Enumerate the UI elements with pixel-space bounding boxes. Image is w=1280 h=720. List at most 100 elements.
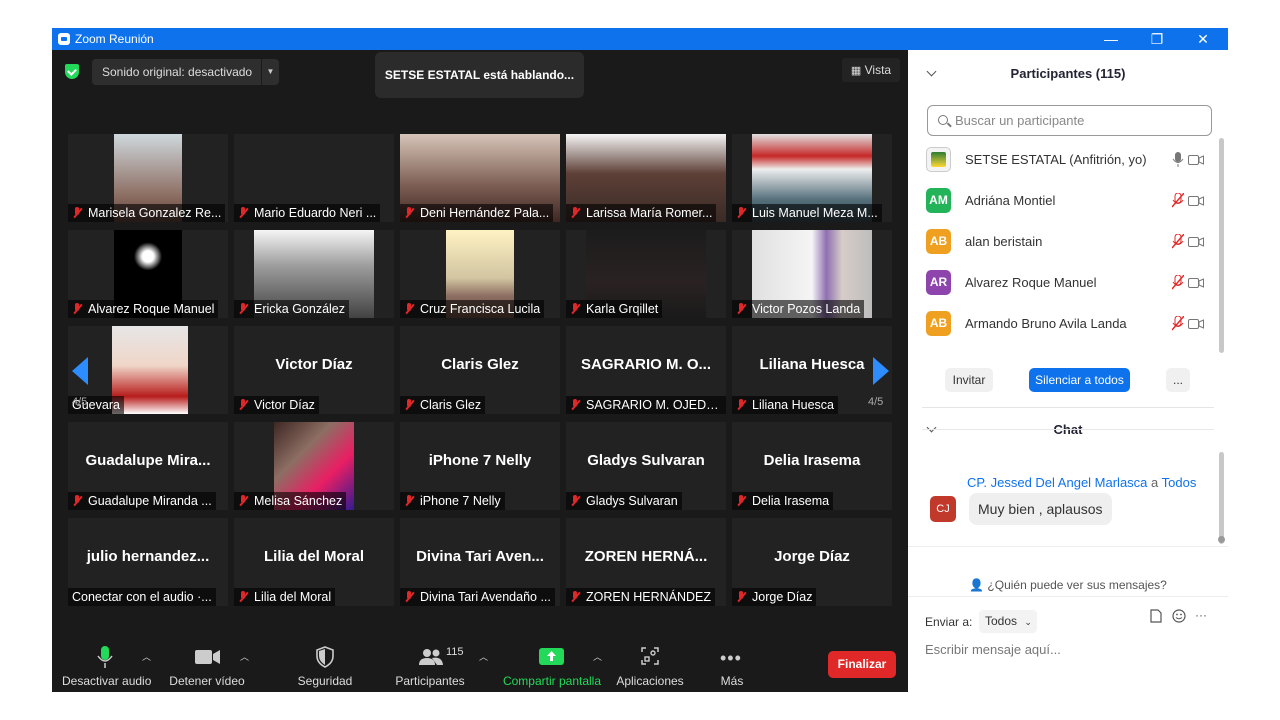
video-tile[interactable]: Victor Díaz Victor Díaz [234, 326, 394, 414]
encryption-shield-icon[interactable] [65, 64, 79, 79]
video-camera-icon [1188, 237, 1204, 247]
security-shield-icon[interactable] [316, 646, 334, 668]
video-tile[interactable]: Cruz Francisca Lucila [400, 230, 560, 318]
view-label: Vista [864, 63, 892, 77]
mute-button-label[interactable]: Desactivar audio [62, 674, 151, 688]
video-tile[interactable]: julio hernandez... Conectar con el audio … [68, 518, 228, 606]
video-camera-icon [1188, 196, 1204, 206]
video-tile[interactable]: Karla Grqillet [566, 230, 726, 318]
file-icon[interactable] [1150, 609, 1162, 623]
muted-mic-icon [736, 399, 746, 411]
participant-label-text: Gladys Sulvaran [586, 494, 678, 508]
video-tile[interactable]: Jorge Díaz Jorge Díaz [732, 518, 892, 606]
participants-button-label[interactable]: Participantes [386, 674, 474, 688]
chat-to-word: a [1151, 475, 1159, 490]
participant-label-text: Victor Díaz [254, 398, 315, 412]
video-tile[interactable]: Deni Hernández Pala... [400, 134, 560, 222]
meeting-toolbar: ︿ Desactivar audio ︿ Detener vídeo Segur… [52, 628, 908, 692]
participant-list-item[interactable]: AB Armando Bruno Avila Landa [926, 311, 1211, 351]
end-meeting-button[interactable]: Finalizar [828, 651, 896, 678]
video-tile[interactable]: Mario Eduardo Neri ... [234, 134, 394, 222]
share-screen-button-label[interactable]: Compartir pantalla [500, 674, 604, 688]
chat-more-icon[interactable]: ··· [1195, 608, 1207, 622]
video-tile[interactable]: Delia Irasema Delia Irasema [732, 422, 892, 510]
participants-caret-icon[interactable]: ︿ [479, 650, 488, 663]
participant-name-label: Mario Eduardo Neri ... [234, 204, 381, 222]
security-button-label[interactable]: Seguridad [288, 674, 362, 688]
who-can-see-messages-link[interactable]: 👤 ¿Quién puede ver sus mensajes? [908, 578, 1228, 592]
invite-button[interactable]: Invitar [945, 368, 993, 392]
participants-more-button[interactable]: ... [1166, 368, 1190, 392]
chevron-down-icon[interactable]: ▼ [261, 59, 279, 85]
mute-all-button[interactable]: Silenciar a todos [1029, 368, 1130, 392]
participant-label-text: Mario Eduardo Neri ... [254, 206, 377, 220]
video-options-caret-icon[interactable]: ︿ [240, 650, 249, 663]
close-button[interactable]: ✕ [1188, 29, 1218, 49]
participant-list-item[interactable]: SETSE ESTATAL (Anfitrión, yo) [926, 147, 1211, 187]
microphone-icon[interactable] [97, 646, 113, 670]
video-tile[interactable]: Larissa María Romer... [566, 134, 726, 222]
share-options-caret-icon[interactable]: ︿ [593, 650, 602, 663]
participant-list-item[interactable]: AM Adriána Montiel [926, 188, 1211, 228]
participant-display-name: Gladys Sulvaran [587, 452, 705, 469]
share-screen-icon[interactable] [539, 648, 564, 665]
video-tile[interactable]: ZOREN HERNÁ... ZOREN HERNÁNDEZ [566, 518, 726, 606]
participant-label-text: SAGRARIO M. OJEDA... [586, 398, 725, 412]
video-tile[interactable]: Divina Tari Aven... Divina Tari Avendaño … [400, 518, 560, 606]
next-page-arrow-icon[interactable] [873, 357, 889, 385]
video-tile[interactable]: SAGRARIO M. O... SAGRARIO M. OJEDA... [566, 326, 726, 414]
participant-display-name: Delia Irasema [763, 452, 861, 469]
participant-list-item[interactable]: AR Alvarez Roque Manuel [926, 270, 1211, 310]
video-tile[interactable]: Ericka González [234, 230, 394, 318]
participant-display-name: Lilia del Moral [263, 548, 365, 565]
stop-video-button-label[interactable]: Detener vídeo [162, 674, 252, 688]
chat-message-input[interactable]: Escribir mensaje aquí... [925, 642, 1061, 657]
participant-label-text: Luis Manuel Meza M... [752, 206, 878, 220]
previous-page-arrow-icon[interactable] [72, 357, 88, 385]
video-tile[interactable]: Luis Manuel Meza M... [732, 134, 892, 222]
muted-mic-icon [1172, 275, 1184, 290]
apps-icon[interactable] [641, 647, 659, 665]
more-button-label[interactable]: Más [716, 674, 748, 688]
emoji-icon[interactable] [1172, 609, 1186, 623]
participant-name-label: Guadalupe Miranda ... [68, 492, 216, 510]
minimize-button[interactable]: — [1096, 29, 1126, 49]
send-to-label: Enviar a: [925, 615, 973, 629]
muted-mic-icon [238, 207, 248, 219]
participant-name-label: Divina Tari Avendaño ... [400, 588, 555, 606]
video-tile[interactable]: Lilia del Moral Lilia del Moral [234, 518, 394, 606]
video-camera-icon[interactable] [195, 649, 221, 665]
video-tile[interactable]: Marisela Gonzalez Re... [68, 134, 228, 222]
participants-scrollbar[interactable] [1219, 138, 1224, 353]
video-tile[interactable]: Claris Glez Claris Glez [400, 326, 560, 414]
restore-button[interactable]: ❐ [1142, 29, 1172, 49]
participant-list-item[interactable]: AB alan beristain [926, 229, 1211, 269]
original-sound-toggle[interactable]: Sonido original: desactivado ▼ [92, 59, 279, 85]
audio-options-caret-icon[interactable]: ︿ [142, 650, 151, 663]
video-tile[interactable]: Gladys Sulvaran Gladys Sulvaran [566, 422, 726, 510]
video-tile[interactable]: Guevara [68, 326, 228, 414]
participant-display-name: Victor Díaz [275, 356, 353, 373]
video-camera-icon [1188, 319, 1204, 329]
participant-label-text: Deni Hernández Pala... [420, 206, 550, 220]
apps-button-label[interactable]: Aplicaciones [612, 674, 688, 688]
view-button[interactable]: ▦ Vista [842, 58, 900, 82]
participants-icon[interactable] [418, 648, 444, 666]
avatar: AB [926, 311, 951, 336]
muted-mic-icon [404, 591, 414, 603]
video-tile[interactable]: iPhone 7 Nelly iPhone 7 Nelly [400, 422, 560, 510]
video-tile[interactable]: Victor Pozos Landa [732, 230, 892, 318]
muted-mic-icon [72, 303, 82, 315]
chat-scrollbar[interactable] [1219, 452, 1224, 544]
participant-name-label: Larissa María Romer... [566, 204, 717, 222]
divider [922, 407, 1214, 408]
participant-search-input[interactable]: Buscar un participante [927, 105, 1212, 136]
more-dots-icon[interactable]: ••• [720, 648, 742, 669]
muted-mic-icon [404, 495, 414, 507]
chat-recipient: Todos [1161, 475, 1197, 490]
send-to-dropdown[interactable]: Todos ⌄ [979, 610, 1037, 633]
video-tile[interactable]: Melisa Sánchez [234, 422, 394, 510]
video-tile[interactable]: Guadalupe Mira... Guadalupe Miranda ... [68, 422, 228, 510]
chat-sender-name[interactable]: CP. Jessed Del Angel Marlasca [967, 475, 1147, 490]
video-tile[interactable]: Alvarez Roque Manuel [68, 230, 228, 318]
